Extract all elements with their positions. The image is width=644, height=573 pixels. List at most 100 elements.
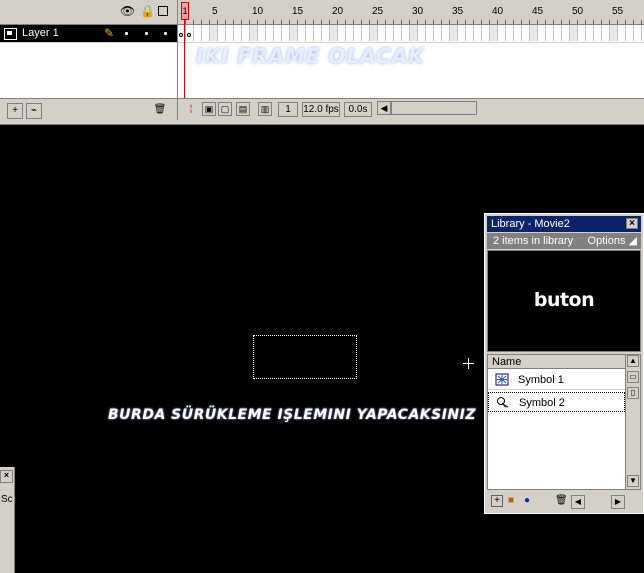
properties-icon[interactable]: ● — [521, 495, 533, 507]
scroll-thumb[interactable] — [391, 101, 477, 115]
frame-cell[interactable] — [594, 25, 602, 41]
frame-cell[interactable] — [434, 25, 442, 41]
scroll-up-icon[interactable]: ▲ — [627, 355, 639, 367]
eye-icon[interactable]: 👁 — [120, 5, 135, 18]
frame-cell[interactable] — [298, 25, 306, 41]
library-title-bar[interactable]: Library - Movie2 × — [487, 216, 641, 232]
frame-cell[interactable] — [570, 25, 578, 41]
name-column-header[interactable]: Name — [488, 355, 625, 369]
frame-cell[interactable] — [458, 25, 466, 41]
new-symbol-icon[interactable]: + — [491, 495, 503, 507]
frame-cell[interactable] — [346, 25, 354, 41]
trash-icon[interactable]: 🗑 — [153, 103, 167, 117]
frame-cell[interactable] — [226, 25, 234, 41]
delete-icon[interactable]: 🗑 — [555, 495, 568, 507]
frame-cell[interactable] — [378, 25, 386, 41]
edit-multiple-frames-icon[interactable]: ▥ — [258, 102, 272, 116]
frame-cell[interactable] — [306, 25, 314, 41]
selection-rectangle[interactable] — [253, 335, 357, 379]
triangle-up-icon[interactable]: ◢ — [629, 235, 637, 247]
scroll-down-icon[interactable]: ▼ — [627, 475, 639, 487]
frame-cell[interactable] — [538, 25, 546, 41]
library-options-label[interactable]: Options — [588, 235, 626, 247]
frame-cell[interactable] — [450, 25, 458, 41]
frame-cell[interactable] — [330, 25, 338, 41]
frame-cell[interactable] — [578, 25, 586, 41]
new-folder-icon[interactable]: ■ — [505, 495, 517, 507]
frame-cell[interactable] — [562, 25, 570, 41]
frame-cell[interactable] — [266, 25, 274, 41]
wide-view-icon[interactable]: ▭ — [627, 371, 639, 383]
frame-cell[interactable] — [274, 25, 282, 41]
frame-cell[interactable] — [586, 25, 594, 41]
elapsed-time-field[interactable]: 0.0s — [344, 102, 372, 117]
add-layer-icon[interactable]: + — [7, 103, 23, 119]
frame-cell[interactable] — [634, 25, 642, 41]
outline-icon[interactable] — [158, 6, 168, 16]
scroll-left-icon[interactable]: ◀ — [571, 495, 585, 509]
visibility-dot[interactable] — [125, 32, 128, 35]
library-options-menu[interactable]: Options ◢ — [588, 233, 637, 249]
frame-cell[interactable] — [370, 25, 378, 41]
library-item[interactable]: Symbol 1 — [488, 370, 625, 390]
close-icon[interactable]: × — [0, 470, 13, 483]
frame-row[interactable] — [178, 25, 644, 42]
frame-cell[interactable] — [218, 25, 226, 41]
playhead-marker[interactable]: 1 — [181, 2, 189, 20]
frame-cell[interactable] — [530, 25, 538, 41]
frame-cell[interactable] — [242, 25, 250, 41]
frame-cell[interactable] — [202, 25, 210, 41]
center-frame-icon[interactable]: ▣ — [202, 102, 216, 116]
frame-cell[interactable] — [426, 25, 434, 41]
frame-cell[interactable] — [482, 25, 490, 41]
frame-cell[interactable] — [394, 25, 402, 41]
frame-cell[interactable] — [546, 25, 554, 41]
timeline-horizontal-scrollbar[interactable]: ◀ — [377, 100, 644, 116]
frame-cell[interactable] — [402, 25, 410, 41]
frame-cell[interactable] — [194, 25, 202, 41]
frame-cell[interactable] — [386, 25, 394, 41]
frame-cell[interactable] — [290, 25, 298, 41]
frame-cell[interactable] — [410, 25, 418, 41]
frame-cell[interactable] — [210, 25, 218, 41]
layer-name[interactable]: Layer 1 — [22, 27, 59, 39]
stage-instruction-text[interactable]: BURDA SÜRÜKLEME IŞLEMINI YAPACAKSINIZ — [108, 407, 476, 423]
onion-skin-icon[interactable]: ▢ — [218, 102, 232, 116]
frame-cell[interactable] — [258, 25, 266, 41]
frame-cell[interactable] — [522, 25, 530, 41]
frame-cell[interactable] — [498, 25, 506, 41]
frame-cell[interactable] — [442, 25, 450, 41]
frame-cell[interactable] — [474, 25, 482, 41]
frame-cell[interactable] — [506, 25, 514, 41]
frame-cell[interactable] — [354, 25, 362, 41]
library-vertical-scrollbar[interactable]: ▲ ▭ ▯ ▼ — [625, 355, 640, 489]
frame-cell[interactable] — [602, 25, 610, 41]
lock-icon[interactable]: 🔒 — [140, 5, 155, 18]
frame-cell[interactable] — [626, 25, 634, 41]
layer-row[interactable]: Layer 1 ✎ — [0, 25, 177, 42]
scroll-left-icon[interactable]: ◀ — [377, 101, 391, 115]
onion-outline-icon[interactable]: ▤ — [236, 102, 250, 116]
scroll-right-icon[interactable]: ▶ — [611, 495, 625, 509]
frame-cell[interactable] — [362, 25, 370, 41]
frame-cell[interactable] — [282, 25, 290, 41]
frame-cell[interactable] — [466, 25, 474, 41]
frame-cell[interactable] — [514, 25, 522, 41]
outline-dot[interactable] — [164, 32, 167, 35]
frame-cell[interactable] — [314, 25, 322, 41]
frame-cell[interactable] — [338, 25, 346, 41]
frame-ruler[interactable]: 1510152025303540455055 — [178, 0, 644, 25]
frame-cell[interactable] — [418, 25, 426, 41]
frame-cell[interactable] — [234, 25, 242, 41]
library-item[interactable]: Symbol 2 — [488, 392, 625, 412]
current-frame-field[interactable]: 1 — [278, 102, 298, 117]
frame-cell[interactable] — [610, 25, 618, 41]
frame-cell[interactable] — [554, 25, 562, 41]
narrow-view-icon[interactable]: ▯ — [627, 387, 639, 399]
frame-cell[interactable] — [490, 25, 498, 41]
close-icon[interactable]: × — [626, 218, 638, 229]
frame-cell[interactable] — [322, 25, 330, 41]
frame-rate-field[interactable]: 12.0 fps — [302, 102, 340, 117]
frame-cell[interactable] — [250, 25, 258, 41]
lock-dot[interactable] — [145, 32, 148, 35]
